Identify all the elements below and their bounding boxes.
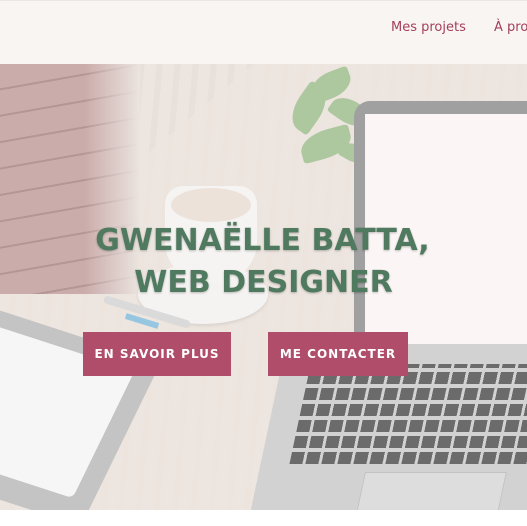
nav-link-about[interactable]: À propos bbox=[494, 20, 527, 35]
contact-me-button[interactable]: ME CONTACTER bbox=[268, 332, 408, 376]
nav-link-projects[interactable]: Mes projets bbox=[391, 20, 466, 35]
page-bottom-area bbox=[0, 510, 527, 526]
main-nav: Mes projets À propos bbox=[391, 20, 527, 35]
hero-section: GWENAËLLE BATTA, WEB DESIGNER EN SAVOIR … bbox=[0, 64, 527, 510]
learn-more-button[interactable]: EN SAVOIR PLUS bbox=[83, 332, 231, 376]
headline-role: WEB DESIGNER bbox=[134, 265, 393, 301]
headline-name: GWENAËLLE BATTA, bbox=[95, 223, 430, 259]
top-navigation-bar: Mes projets À propos bbox=[0, 0, 527, 65]
hero-headline: GWENAËLLE BATTA, WEB DESIGNER bbox=[0, 220, 527, 304]
